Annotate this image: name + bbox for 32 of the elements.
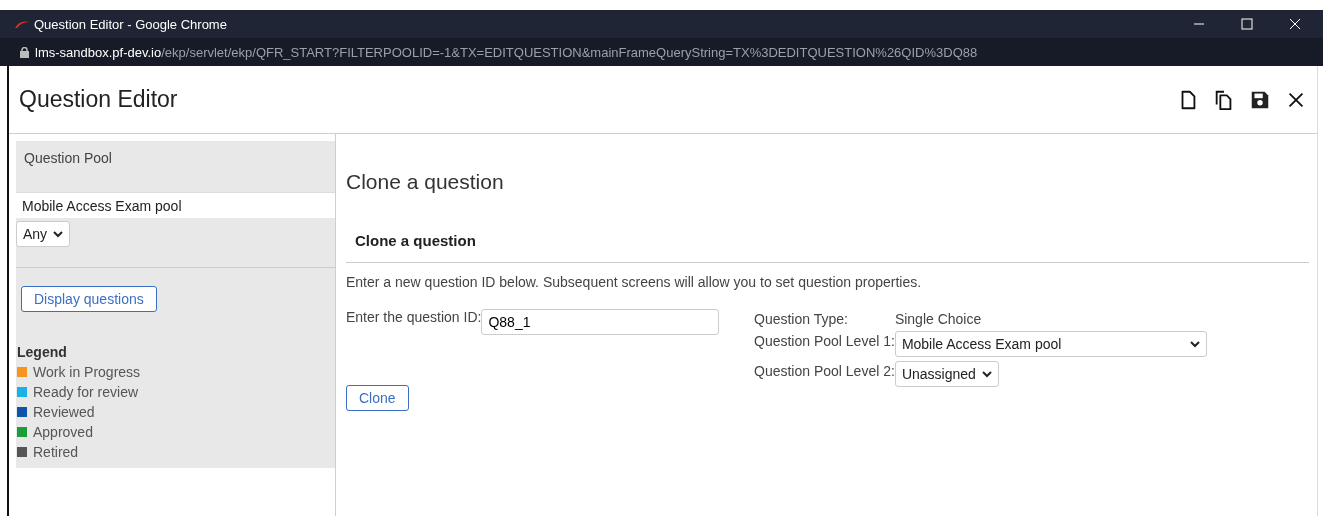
- close-icon[interactable]: [1289, 18, 1301, 30]
- question-id-label: Enter the question ID:: [346, 309, 482, 325]
- question-type-value: Single Choice: [894, 310, 983, 327]
- pool-label: Question Pool: [23, 149, 113, 168]
- clone-button[interactable]: Clone: [346, 385, 409, 411]
- window-title: Question Editor - Google Chrome: [34, 16, 227, 32]
- chevron-icon: [53, 230, 64, 238]
- pool-level-two-label: Question Pool Level 2:: [754, 362, 895, 379]
- pool-level-one-label: Question Pool Level 1:: [754, 332, 895, 349]
- maximize-icon[interactable]: [1241, 18, 1253, 30]
- chevron-icon: [981, 370, 992, 378]
- instructions-text: Enter a new question ID below. Subsequent screens will allow you to set question properties.: [346, 274, 922, 290]
- legend-title: Legend: [17, 344, 68, 360]
- question-type-label: Question Type:: [754, 310, 849, 327]
- subsection-heading: Clone a question: [355, 232, 476, 249]
- level-select[interactable]: Any: [16, 221, 71, 247]
- page-title: Question Editor: [19, 86, 178, 113]
- question-id-field[interactable]: Q88_1: [481, 309, 720, 335]
- pool-field[interactable]: Mobile Access Exam pool: [16, 192, 335, 218]
- legend-label: Work in Progress: [33, 364, 141, 380]
- display-questions-button[interactable]: Display questions: [21, 286, 157, 312]
- legend-label: Ready for review: [33, 384, 139, 400]
- legend-label: Retired: [33, 444, 79, 460]
- legend-label: Approved: [33, 424, 93, 440]
- chevron-icon: [1189, 340, 1200, 348]
- section-heading: Clone a question: [346, 170, 505, 195]
- url-host[interactable]: lms-sandbox.pf-dev.io: [35, 44, 162, 60]
- lock-icon: [20, 46, 29, 58]
- legend-label: Reviewed: [33, 404, 95, 420]
- url-path[interactable]: /ekp/servlet/ekp/QFR_START?FILTERPOOLID=-1&TX=EDITQUESTION&mainFrameQueryString=TX%3DEDITQUESTION%26QID%3DQ88: [161, 44, 978, 60]
- pool-level-one-select[interactable]: Mobile Access Exam pool: [894, 331, 1207, 357]
- pool-level-two-select[interactable]: Unassigned: [894, 361, 999, 387]
